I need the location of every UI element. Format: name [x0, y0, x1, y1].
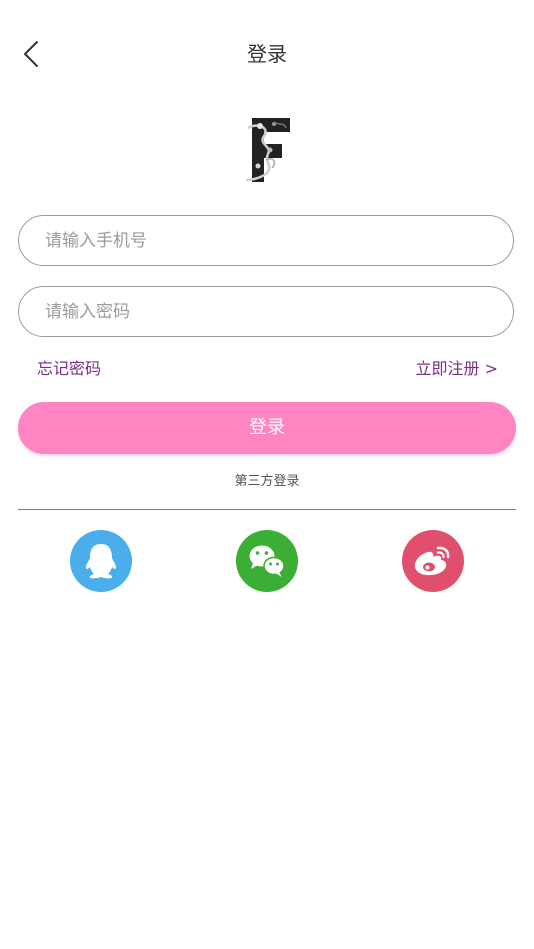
brand-logo — [244, 116, 294, 184]
phone-input[interactable] — [45, 216, 485, 265]
login-page: 登录 忘记密码 立即注册 > 登录 第三方登录 — [0, 0, 534, 949]
divider — [18, 509, 516, 510]
wechat-login-button[interactable] — [236, 530, 298, 592]
qq-icon — [70, 530, 132, 592]
weibo-icon — [402, 530, 464, 592]
register-link[interactable]: 立即注册 > — [416, 358, 499, 380]
page-title: 登录 — [247, 42, 287, 66]
wechat-icon — [236, 530, 298, 592]
password-field — [18, 286, 514, 337]
weibo-login-button[interactable] — [402, 530, 464, 592]
third-party-login-label: 第三方登录 — [234, 474, 300, 489]
qq-login-button[interactable] — [70, 530, 132, 592]
phone-field — [18, 215, 514, 266]
forgot-password-link[interactable]: 忘记密码 — [37, 358, 101, 380]
password-input[interactable] — [45, 287, 485, 336]
logo-icon — [245, 118, 290, 182]
login-button[interactable]: 登录 — [18, 402, 516, 454]
